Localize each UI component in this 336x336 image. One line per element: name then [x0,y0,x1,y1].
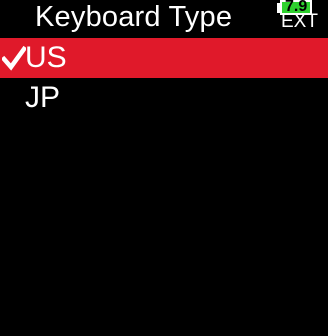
checkmark-icon [2,45,26,71]
option-label: JP [25,81,61,114]
power-source-label: EXT [281,11,318,32]
keyboard-type-list: US JP [0,38,328,118]
page-title: Keyboard Type [35,1,233,33]
option-jp[interactable]: JP [0,78,328,118]
option-us[interactable]: US [0,38,328,78]
battery-indicator: 7.9 EXT [277,0,325,32]
option-label: US [25,41,67,74]
header-bar: Keyboard Type 7.9 EXT [0,0,328,34]
device-screen: Keyboard Type 7.9 EXT US JP [0,0,328,336]
